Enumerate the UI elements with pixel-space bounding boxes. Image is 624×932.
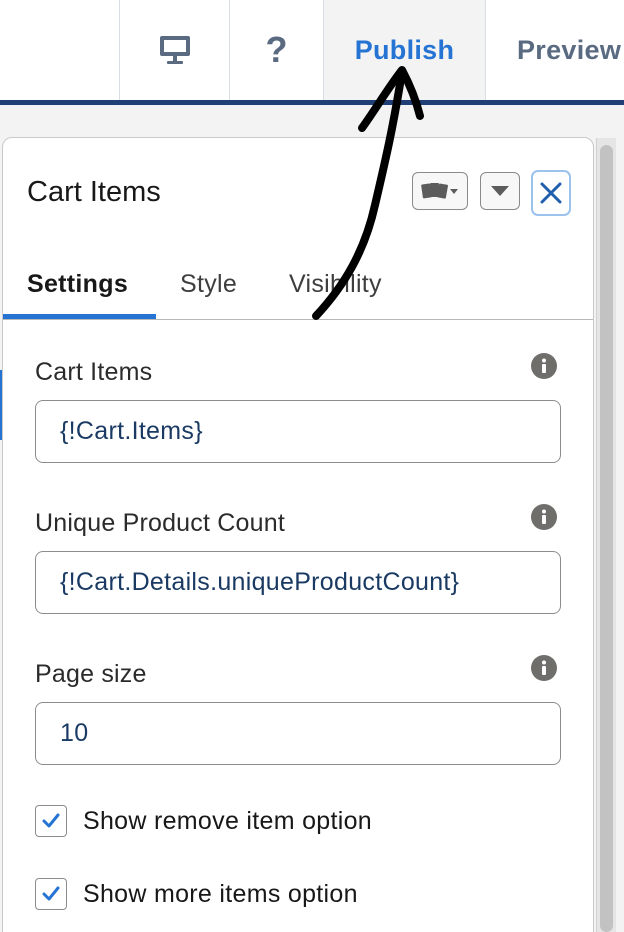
unique-product-count-field[interactable] — [35, 551, 561, 614]
panel-tabs: Settings Style Visibility — [3, 248, 593, 320]
collapse-button[interactable] — [480, 172, 520, 210]
component-variant-icon — [421, 183, 458, 199]
page-size-label: Page size — [35, 660, 147, 688]
tabs-divider — [3, 319, 593, 320]
property-panel: Cart Items Settings Style Visibility Car… — [2, 137, 594, 932]
desktop-monitor-icon — [159, 36, 190, 64]
page: ? Publish Preview Cart Items Settings St… — [0, 0, 624, 932]
publish-button[interactable]: Publish — [323, 0, 485, 100]
component-variant-button[interactable] — [412, 172, 468, 210]
show-remove-item-label: Show remove item option — [83, 806, 372, 835]
info-glyph — [542, 660, 546, 675]
close-button[interactable] — [531, 170, 571, 216]
tab-visibility[interactable]: Visibility — [289, 248, 382, 320]
checkmark-icon — [42, 813, 60, 828]
help-button[interactable]: ? — [229, 0, 323, 100]
info-icon[interactable] — [531, 655, 557, 681]
close-icon — [540, 182, 562, 204]
builder-toolbar: ? Publish Preview — [0, 0, 624, 100]
cart-items-label: Cart Items — [35, 358, 153, 386]
tab-settings[interactable]: Settings — [27, 248, 128, 320]
unique-product-count-label: Unique Product Count — [35, 509, 285, 537]
show-more-items-checkbox[interactable] — [35, 878, 67, 910]
cart-items-field[interactable] — [35, 400, 561, 463]
show-remove-item-checkbox[interactable] — [35, 805, 67, 837]
chevron-down-icon — [491, 186, 509, 196]
info-glyph — [542, 358, 546, 373]
show-more-items-label: Show more items option — [83, 879, 358, 908]
show-remove-item-option[interactable]: Show remove item option — [35, 804, 372, 838]
info-icon[interactable] — [531, 504, 557, 530]
help-icon: ? — [265, 29, 288, 70]
tab-style[interactable]: Style — [180, 248, 237, 320]
panel-title: Cart Items — [27, 176, 161, 208]
checkmark-icon — [42, 886, 60, 901]
scrollbar-thumb[interactable] — [600, 145, 613, 932]
page-size-field[interactable] — [35, 702, 561, 765]
publish-label: Publish — [354, 34, 455, 65]
preview-button[interactable]: Preview — [485, 0, 624, 100]
preview-label: Preview — [517, 34, 622, 65]
info-glyph — [542, 509, 546, 524]
info-icon[interactable] — [531, 353, 557, 379]
device-preview-button[interactable] — [119, 0, 229, 100]
show-more-items-option[interactable]: Show more items option — [35, 877, 358, 911]
